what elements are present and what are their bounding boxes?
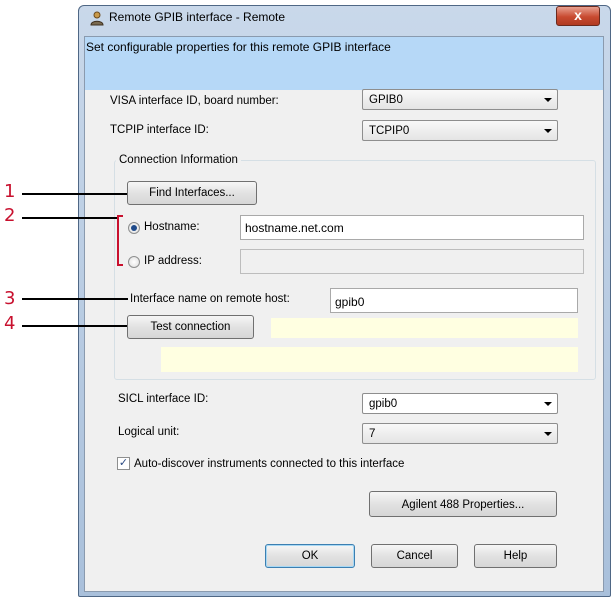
ok-button[interactable]: OK bbox=[265, 544, 355, 568]
find-interfaces-button[interactable]: Find Interfaces... bbox=[127, 181, 257, 205]
sicl-interface-value: gpib0 bbox=[369, 398, 398, 410]
callout-4-line bbox=[22, 325, 127, 327]
callout-3: 3 bbox=[4, 288, 16, 309]
chevron-down-icon bbox=[544, 402, 552, 406]
checkmark-icon: ✓ bbox=[118, 457, 129, 469]
connection-group-title: Connection Information bbox=[116, 154, 241, 166]
test-connection-button[interactable]: Test connection bbox=[127, 315, 254, 339]
callout-2-bracket bbox=[117, 215, 123, 266]
callout-3-line bbox=[22, 298, 128, 300]
connection-status-field bbox=[271, 318, 578, 338]
callout-2: 2 bbox=[4, 205, 16, 226]
callout-1: 1 bbox=[4, 181, 16, 202]
auto-discover-checkbox[interactable]: ✓ bbox=[117, 457, 130, 470]
ip-address-radio[interactable] bbox=[128, 256, 140, 268]
banner-text: Set configurable properties for this rem… bbox=[86, 40, 391, 54]
interface-name-field[interactable]: gpib0 bbox=[330, 288, 578, 313]
logical-unit-value: 7 bbox=[369, 428, 376, 440]
chevron-down-icon bbox=[544, 432, 552, 436]
tcpip-interface-label: TCPIP interface ID: bbox=[110, 124, 209, 136]
hostname-radio[interactable] bbox=[128, 222, 140, 234]
window-title: Remote GPIB interface - Remote bbox=[109, 10, 286, 24]
ip-address-label: IP address: bbox=[144, 255, 202, 267]
interface-name-label: Interface name on remote host: bbox=[130, 293, 290, 305]
cancel-button[interactable]: Cancel bbox=[371, 544, 458, 568]
chevron-down-icon bbox=[544, 98, 552, 102]
visa-interface-value: GPIB0 bbox=[369, 94, 403, 106]
visa-interface-label: VISA interface ID, board number: bbox=[110, 95, 279, 107]
user-network-icon bbox=[89, 10, 105, 26]
logical-unit-label: Logical unit: bbox=[118, 426, 180, 438]
close-button[interactable]: x bbox=[556, 6, 600, 26]
tcpip-interface-dropdown[interactable]: TCPIP0 bbox=[362, 120, 558, 141]
visa-interface-dropdown[interactable]: GPIB0 bbox=[362, 89, 558, 110]
help-button[interactable]: Help bbox=[474, 544, 557, 568]
sicl-interface-label: SICL interface ID: bbox=[118, 393, 209, 405]
logical-unit-dropdown[interactable]: 7 bbox=[362, 423, 558, 444]
hostname-label: Hostname: bbox=[144, 221, 200, 233]
callout-4: 4 bbox=[4, 313, 16, 334]
callout-2-line bbox=[22, 217, 118, 219]
hostname-field[interactable]: hostname.net.com bbox=[240, 215, 584, 240]
auto-discover-label: Auto-discover instruments connected to t… bbox=[134, 458, 405, 470]
chevron-down-icon bbox=[544, 129, 552, 133]
close-icon: x bbox=[574, 7, 582, 23]
agilent-488-properties-button[interactable]: Agilent 488 Properties... bbox=[369, 491, 557, 517]
callout-1-line bbox=[22, 193, 127, 195]
connection-detail-field bbox=[161, 347, 578, 372]
sicl-interface-dropdown[interactable]: gpib0 bbox=[362, 393, 558, 414]
tcpip-interface-value: TCPIP0 bbox=[369, 125, 410, 137]
ip-address-field[interactable] bbox=[240, 249, 584, 274]
